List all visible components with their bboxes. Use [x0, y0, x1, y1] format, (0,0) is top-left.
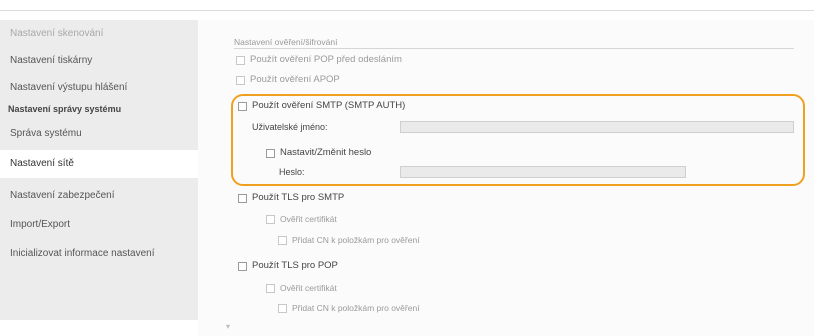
smtp-auth-checkbox[interactable] [238, 101, 247, 111]
tls-pop-cn-option[interactable]: Přidat CN k položkám pro ověření [278, 300, 420, 316]
tls-smtp-option[interactable]: Použít TLS pro SMTP [238, 190, 344, 206]
tls-smtp-verify-checkbox[interactable] [266, 214, 275, 224]
tls-smtp-cn-label: Přidat CN k položkám pro ověření [292, 235, 420, 245]
sidebar-item-printer-settings[interactable]: Nastavení tiskárny [0, 49, 198, 73]
tls-pop-checkbox[interactable] [238, 261, 247, 271]
top-divider [0, 10, 814, 11]
apop-option[interactable]: Použít ověření APOP [236, 72, 340, 88]
scroll-down-icon: ▾ [226, 322, 231, 331]
tls-pop-cn-checkbox[interactable] [278, 303, 287, 313]
password-input[interactable] [400, 166, 686, 178]
tls-pop-option[interactable]: Použít TLS pro POP [238, 258, 338, 274]
tls-pop-verify-option[interactable]: Ověřit certifikát [266, 280, 337, 296]
set-change-password-label: Nastavit/Změnit heslo [280, 147, 372, 158]
sidebar-item-security-settings[interactable]: Nastavení zabezpečení [0, 184, 198, 208]
password-label: Heslo: [279, 167, 305, 177]
set-change-password-option[interactable]: Nastavit/Změnit heslo [266, 145, 371, 161]
tls-pop-verify-label: Ověřit certifikát [280, 283, 337, 293]
tls-pop-cn-label: Přidat CN k položkám pro ověření [292, 303, 420, 313]
apop-checkbox[interactable] [236, 75, 245, 85]
section-title: Nastavení ověření/šifrování [234, 37, 338, 47]
tls-pop-label: Použít TLS pro POP [252, 260, 338, 271]
sidebar-section-system-management: Nastavení správy systému [8, 104, 122, 114]
pop-before-send-label: Použít ověření POP před odesláním [250, 54, 402, 65]
sidebar-item-initialize-settings[interactable]: Inicializovat informace nastavení [0, 242, 198, 266]
tls-smtp-cn-checkbox[interactable] [278, 235, 287, 245]
settings-sidebar: Nastavení skenování Nastavení tiskárny N… [0, 20, 198, 320]
pop-before-send-option[interactable]: Použít ověření POP před odesláním [236, 52, 402, 68]
sidebar-item-network-settings[interactable]: Nastavení sítě [0, 150, 198, 178]
sidebar-item-report-output-settings[interactable]: Nastavení výstupu hlášení [0, 76, 198, 100]
tls-smtp-checkbox[interactable] [238, 193, 247, 203]
pop-before-send-checkbox[interactable] [236, 55, 245, 65]
set-change-password-checkbox[interactable] [266, 148, 275, 158]
sidebar-item-scan-settings[interactable]: Nastavení skenování [0, 22, 198, 46]
tls-smtp-verify-label: Ověřit certifikát [280, 214, 337, 224]
sidebar-item-system-management[interactable]: Správa systému [0, 122, 198, 146]
tls-smtp-verify-option[interactable]: Ověřit certifikát [266, 211, 337, 227]
smtp-auth-option[interactable]: Použít ověření SMTP (SMTP AUTH) [238, 98, 405, 114]
tls-smtp-label: Použít TLS pro SMTP [252, 192, 345, 203]
tls-pop-verify-checkbox[interactable] [266, 283, 275, 293]
smtp-auth-label: Použít ověření SMTP (SMTP AUTH) [252, 100, 406, 111]
sidebar-item-import-export[interactable]: Import/Export [0, 213, 198, 237]
apop-label: Použít ověření APOP [250, 74, 340, 85]
section-divider [234, 48, 794, 49]
username-label: Uživatelské jméno: [252, 122, 328, 132]
username-input[interactable] [400, 121, 794, 133]
tls-smtp-cn-option[interactable]: Přidat CN k položkám pro ověření [278, 232, 420, 248]
